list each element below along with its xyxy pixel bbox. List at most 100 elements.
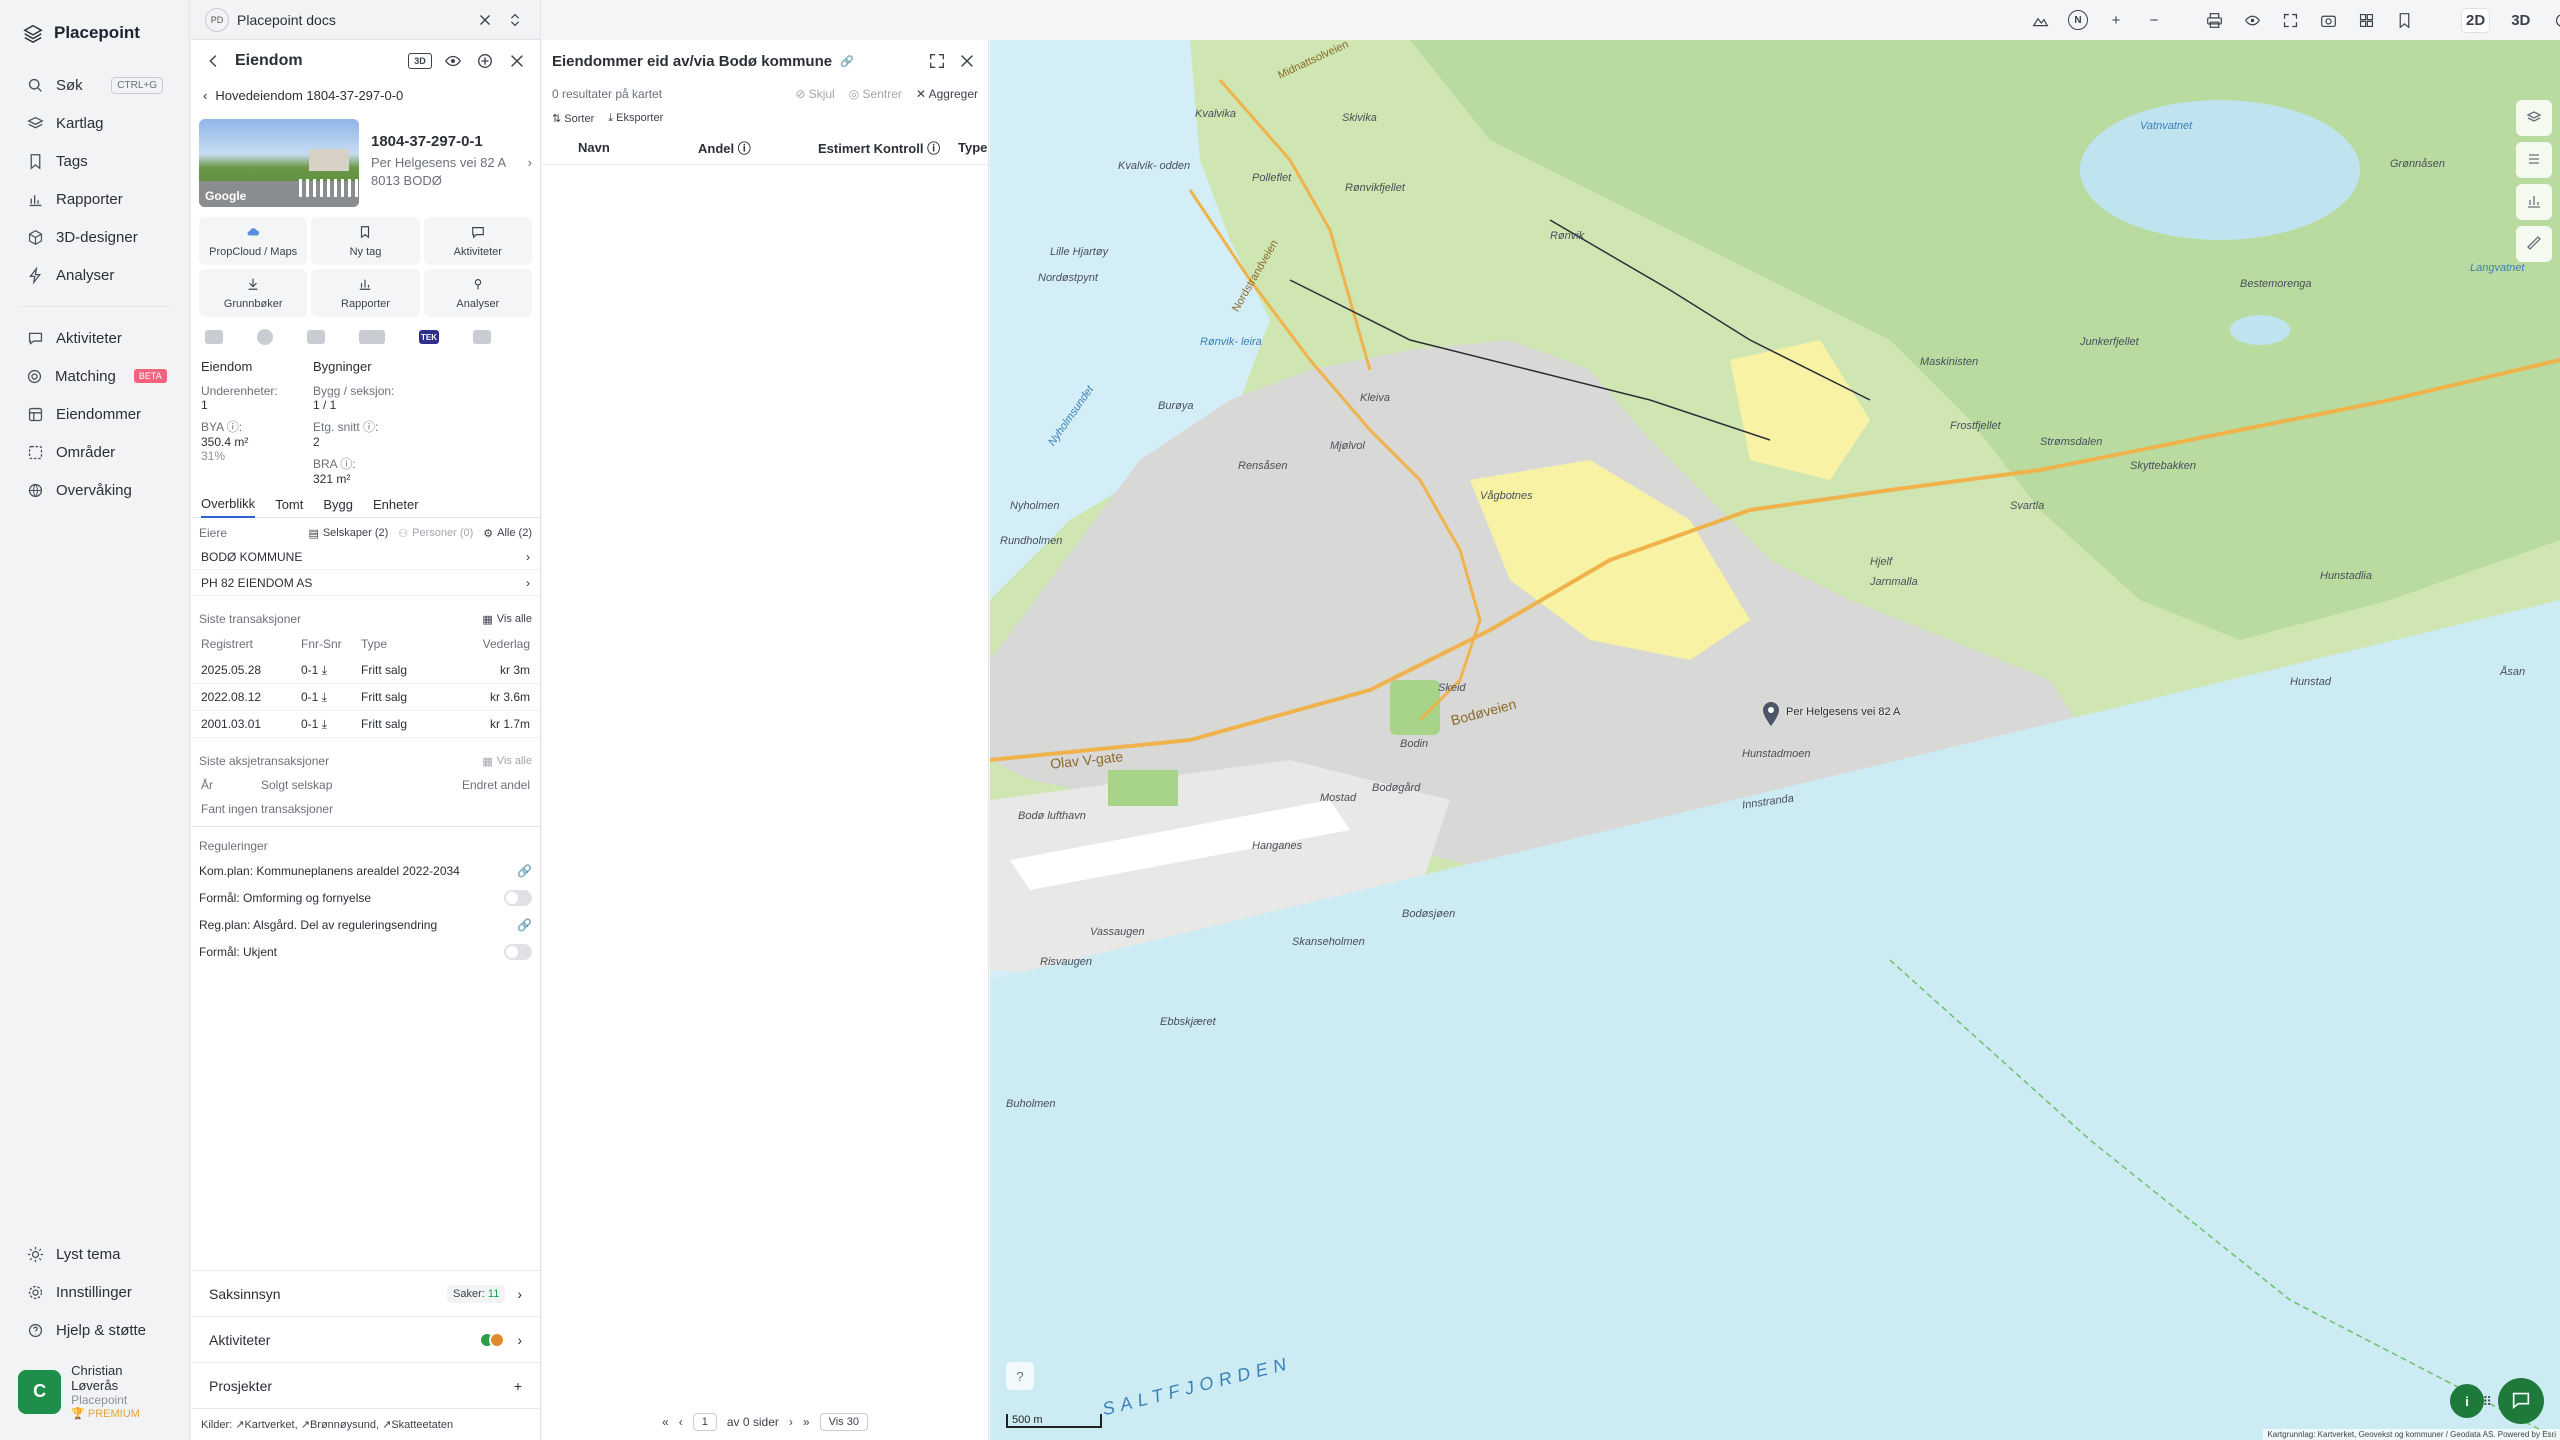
tab-building[interactable]: Bygg (323, 492, 353, 518)
nav-item-tags[interactable]: Tags (0, 142, 189, 180)
export-button[interactable]: ⤓ Eksporter (608, 112, 663, 125)
download-icon[interactable]: ⤓ (322, 663, 327, 677)
activities-section[interactable]: Aktiviteter › (191, 1316, 540, 1362)
close-icon[interactable] (506, 50, 528, 72)
source-link[interactable]: ↗Brønnøysund, (301, 1418, 379, 1431)
aggregate-button[interactable]: ✕ Aggreger (916, 87, 978, 101)
analyses-button[interactable]: Analyser (423, 269, 532, 317)
fullscreen-icon[interactable] (2280, 10, 2300, 30)
nav-item-areas[interactable]: Områder (0, 433, 189, 471)
chevron-updown-icon[interactable] (504, 9, 526, 31)
map-help-button[interactable]: ? (1006, 1362, 1034, 1390)
tab-overview[interactable]: Overblikk (201, 492, 256, 518)
source-link[interactable]: ↗Skatteetaten (382, 1418, 453, 1431)
nav-item-3d-designer[interactable]: 3D-designer (0, 218, 189, 256)
link-icon[interactable]: 🔗 (840, 55, 854, 68)
source-icon-2[interactable] (257, 329, 273, 345)
nav-item-help[interactable]: Hjelp & støtte (0, 1311, 189, 1349)
new-tag-button[interactable]: Ny tag (311, 217, 420, 265)
page-input[interactable]: 1 (692, 1413, 717, 1431)
source-link[interactable]: ↗Kartverket, (235, 1418, 297, 1431)
prev-page-button[interactable]: ‹ (679, 1415, 683, 1429)
layers-toggle-button[interactable] (2516, 100, 2552, 136)
bookmark-icon[interactable] (2394, 10, 2414, 30)
nav-item-map-layers[interactable]: Kartlag (0, 104, 189, 142)
property-card[interactable]: Google 1804-37-297-0-1 Per Helgesens vei… (191, 109, 540, 217)
case-access-section[interactable]: Saksinnsyn Saker: 11 › (191, 1270, 540, 1316)
last-page-button[interactable]: » (803, 1415, 810, 1429)
north-compass-button[interactable]: N (2068, 10, 2088, 30)
info-circle-icon[interactable] (2552, 10, 2560, 30)
source-icon-3[interactable] (307, 330, 325, 344)
regulation-row[interactable]: Formål: Ukjent (191, 938, 540, 965)
info-button[interactable]: i (2450, 1384, 2484, 1418)
col-share[interactable]: Andel ⓘ (698, 138, 818, 157)
zoom-in-button[interactable]: + (2106, 10, 2126, 30)
col-control[interactable]: Estimert Kontroll ⓘ (818, 138, 958, 157)
regulation-toggle[interactable] (504, 943, 532, 960)
col-name[interactable]: Navn (578, 140, 698, 155)
center-button[interactable]: ◎ Sentrer (849, 87, 902, 101)
add-circle-icon[interactable] (474, 50, 496, 72)
download-icon[interactable]: ⤓ (322, 690, 327, 704)
per-page-select[interactable]: Vis 30 (819, 1413, 868, 1431)
chart-button[interactable] (2516, 184, 2552, 220)
nav-item-properties[interactable]: Eiendommer (0, 395, 189, 433)
show-all-share-transactions[interactable]: ▦ Vis alle (482, 755, 532, 768)
regulation-toggle[interactable] (504, 889, 532, 906)
nav-item-activities[interactable]: Aktiviteter (0, 319, 189, 357)
regulation-row[interactable]: Kom.plan: Kommuneplanens arealdel 2022-2… (191, 857, 540, 884)
first-page-button[interactable]: « (662, 1415, 669, 1429)
source-icon-4[interactable] (359, 330, 385, 344)
owner-row[interactable]: BODØ KOMMUNE › (191, 544, 540, 570)
nav-item-search[interactable]: Søk CTRL+G (0, 66, 189, 104)
nav-item-settings[interactable]: Innstillinger (0, 1273, 189, 1311)
filter-companies[interactable]: ▤ Selskaper (2) (308, 527, 388, 540)
expand-icon[interactable] (926, 50, 948, 72)
user-profile[interactable]: C Christian Løverås Placepoint 🏆 PREMIUM (0, 1349, 189, 1440)
reports-button[interactable]: Rapporter (311, 269, 420, 317)
next-page-button[interactable]: › (789, 1415, 793, 1429)
owner-row[interactable]: PH 82 EIENDOM AS › (191, 570, 540, 596)
hide-button[interactable]: ⊘ Skjul (795, 87, 834, 101)
measure-button[interactable] (2516, 226, 2552, 262)
table-row[interactable]: 2022.08.12 0-1 ⤓ Fritt salg kr 3.6m (191, 684, 540, 711)
mode-2d-button[interactable]: 2D (2462, 8, 2490, 32)
projects-section[interactable]: Prosjekter + (191, 1362, 540, 1408)
link-icon[interactable]: 🔗 (517, 918, 532, 932)
tek-icon[interactable]: TEK (419, 330, 439, 344)
nav-item-matching[interactable]: Matching BETA (0, 357, 189, 395)
land-registry-button[interactable]: Grunnbøker (199, 269, 308, 317)
zoom-out-button[interactable]: − (2144, 10, 2164, 30)
eye-icon[interactable] (442, 50, 464, 72)
app-brand[interactable]: Placepoint (0, 0, 189, 66)
nav-item-reports[interactable]: Rapporter (0, 180, 189, 218)
document-selector[interactable]: PD Placepoint docs (191, 0, 540, 40)
map-canvas[interactable]: Midnattsolveien Kvalvika Polleflet Skivi… (990, 40, 2560, 1440)
chat-button[interactable] (2498, 1378, 2544, 1424)
nav-item-monitoring[interactable]: Overvåking (0, 471, 189, 509)
terrain-icon[interactable] (2030, 10, 2050, 30)
tab-lot[interactable]: Tomt (275, 492, 303, 518)
grid-view-icon[interactable] (2356, 10, 2376, 30)
camera-icon[interactable] (2318, 10, 2338, 30)
location-pin-icon[interactable] (1762, 702, 1780, 726)
breadcrumb[interactable]: ‹ Hovedeiendom 1804-37-297-0-0 (191, 82, 540, 109)
3d-view-button[interactable]: 3D (408, 53, 432, 69)
table-row[interactable]: 2025.05.28 0-1 ⤓ Fritt salg kr 3m (191, 657, 540, 684)
nav-item-light-theme[interactable]: Lyst tema (0, 1235, 189, 1273)
table-row[interactable]: 2001.03.01 0-1 ⤓ Fritt salg kr 1.7m (191, 711, 540, 738)
propcloud-button[interactable]: PropCloud / Maps (199, 217, 308, 265)
street-view-thumbnail[interactable]: Google (199, 119, 359, 207)
sort-button[interactable]: ⇅ Sorter (552, 112, 594, 125)
grid-dots-icon[interactable]: ⠿ (2482, 1394, 2492, 1410)
source-icon-6[interactable] (473, 330, 491, 344)
download-icon[interactable]: ⤓ (322, 717, 327, 731)
legend-button[interactable] (2516, 142, 2552, 178)
filter-all[interactable]: ⚙ Alle (2) (483, 527, 532, 540)
back-arrow-icon[interactable] (203, 50, 225, 72)
link-icon[interactable]: 🔗 (517, 864, 532, 878)
regulation-row[interactable]: Reg.plan: Alsgård. Del av reguleringsend… (191, 911, 540, 938)
mode-3d-button[interactable]: 3D (2507, 9, 2534, 32)
activities-button[interactable]: Aktiviteter (423, 217, 532, 265)
